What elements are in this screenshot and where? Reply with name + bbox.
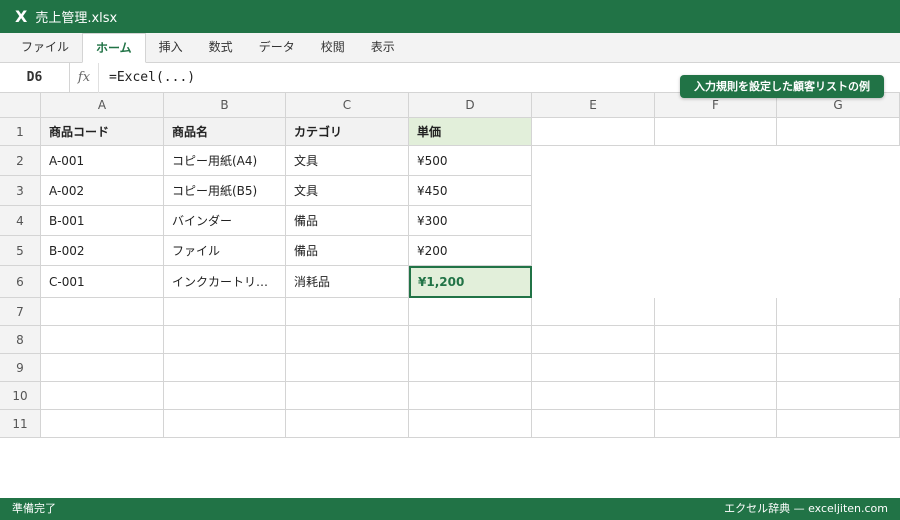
spreadsheet-grid: A B C D E F G 1 2 3 4 5 6 7 8 9 10 11 商品コード 商品名 カテゴリ 単価 A-001 コ… [0, 93, 900, 438]
tab-home[interactable]: ホーム [82, 33, 146, 63]
column-header-b[interactable]: B [164, 93, 286, 118]
cell-a8[interactable] [41, 326, 164, 354]
cell-b5[interactable]: ファイル [164, 236, 286, 266]
ribbon-tabs: ファイル ホーム 挿入 数式 データ 校閲 表示 [0, 33, 900, 63]
cell-d11[interactable] [409, 410, 532, 438]
cell-a7[interactable] [41, 298, 164, 326]
cell-d4[interactable]: ¥300 [409, 206, 532, 236]
row-header-7[interactable]: 7 [0, 298, 41, 326]
cell-a5[interactable]: B-002 [41, 236, 164, 266]
cell-c6[interactable]: 消耗品 [286, 266, 409, 298]
row-header-3[interactable]: 3 [0, 176, 41, 206]
cell-a10[interactable] [41, 382, 164, 410]
row-header-8[interactable]: 8 [0, 326, 41, 354]
row-header-4[interactable]: 4 [0, 206, 41, 236]
cell-c10[interactable] [286, 382, 409, 410]
cell-g1[interactable] [777, 118, 900, 146]
cell-b4[interactable]: バインダー [164, 206, 286, 236]
cell-c8[interactable] [286, 326, 409, 354]
cell-b2[interactable]: コピー用紙(A4) [164, 146, 286, 176]
cell-a11[interactable] [41, 410, 164, 438]
cell-d6[interactable]: ¥1,200 [409, 266, 532, 298]
callout-badge: 入力規則を設定した顧客リストの例 [680, 75, 884, 98]
tab-insert[interactable]: 挿入 [146, 33, 196, 62]
tab-formulas[interactable]: 数式 [196, 33, 246, 62]
cell-d9[interactable] [409, 354, 532, 382]
cell-e10[interactable] [532, 382, 655, 410]
cell-b3[interactable]: コピー用紙(B5) [164, 176, 286, 206]
cell-f9[interactable] [655, 354, 777, 382]
cell-a9[interactable] [41, 354, 164, 382]
column-header-d[interactable]: D [409, 93, 532, 118]
cell-d8[interactable] [409, 326, 532, 354]
status-ready: 準備完了 [12, 502, 56, 515]
cell-a3[interactable]: A-002 [41, 176, 164, 206]
status-bar: 準備完了 エクセル辞典 — exceljiten.com [0, 498, 900, 520]
cell-f1[interactable] [655, 118, 777, 146]
cell-b8[interactable] [164, 326, 286, 354]
window-title: 売上管理.xlsx [35, 11, 118, 26]
row-header-11[interactable]: 11 [0, 410, 41, 438]
title-bar: X 売上管理.xlsx [0, 0, 900, 33]
fx-icon[interactable]: fx [70, 63, 99, 93]
cell-b10[interactable] [164, 382, 286, 410]
row-header-9[interactable]: 9 [0, 354, 41, 382]
cell-e9[interactable] [532, 354, 655, 382]
cell-d10[interactable] [409, 382, 532, 410]
cell-c4[interactable]: 備品 [286, 206, 409, 236]
row-header-6[interactable]: 6 [0, 266, 41, 298]
cell-d2[interactable]: ¥500 [409, 146, 532, 176]
cell-b1[interactable]: 商品名 [164, 118, 286, 146]
cell-d1[interactable]: 単価 [409, 118, 532, 146]
cell-f11[interactable] [655, 410, 777, 438]
cell-g10[interactable] [777, 382, 900, 410]
row-header-1[interactable]: 1 [0, 118, 41, 146]
cell-a1[interactable]: 商品コード [41, 118, 164, 146]
cell-e1[interactable] [532, 118, 655, 146]
cell-b6[interactable]: インクカートリ… [164, 266, 286, 298]
cell-b9[interactable] [164, 354, 286, 382]
select-all-corner[interactable] [0, 93, 41, 118]
cell-b7[interactable] [164, 298, 286, 326]
cell-a4[interactable]: B-001 [41, 206, 164, 236]
cell-f7[interactable] [655, 298, 777, 326]
cell-g9[interactable] [777, 354, 900, 382]
status-site-credit: エクセル辞典 — exceljiten.com [724, 502, 888, 515]
cell-a2[interactable]: A-001 [41, 146, 164, 176]
cell-c1[interactable]: カテゴリ [286, 118, 409, 146]
cell-e8[interactable] [532, 326, 655, 354]
cell-d7[interactable] [409, 298, 532, 326]
cell-e11[interactable] [532, 410, 655, 438]
cell-c5[interactable]: 備品 [286, 236, 409, 266]
tab-review[interactable]: 校閲 [308, 33, 358, 62]
column-header-a[interactable]: A [41, 93, 164, 118]
excel-x-icon: X [15, 7, 28, 26]
column-header-c[interactable]: C [286, 93, 409, 118]
cell-c2[interactable]: 文具 [286, 146, 409, 176]
name-box[interactable]: D6 [0, 63, 70, 93]
cell-g11[interactable] [777, 410, 900, 438]
row-header-5[interactable]: 5 [0, 236, 41, 266]
row-header-10[interactable]: 10 [0, 382, 41, 410]
cell-f8[interactable] [655, 326, 777, 354]
column-header-e[interactable]: E [532, 93, 655, 118]
cell-g8[interactable] [777, 326, 900, 354]
cell-d3[interactable]: ¥450 [409, 176, 532, 206]
cell-c3[interactable]: 文具 [286, 176, 409, 206]
cell-c9[interactable] [286, 354, 409, 382]
tab-data[interactable]: データ [246, 33, 308, 62]
cell-e7[interactable] [532, 298, 655, 326]
cell-a6[interactable]: C-001 [41, 266, 164, 298]
row-header-2[interactable]: 2 [0, 146, 41, 176]
cell-c7[interactable] [286, 298, 409, 326]
formula-input[interactable]: =Excel(...) [109, 63, 195, 93]
cell-b11[interactable] [164, 410, 286, 438]
tab-view[interactable]: 表示 [358, 33, 408, 62]
cell-f10[interactable] [655, 382, 777, 410]
cell-g7[interactable] [777, 298, 900, 326]
cell-c11[interactable] [286, 410, 409, 438]
cell-d5[interactable]: ¥200 [409, 236, 532, 266]
tab-file[interactable]: ファイル [8, 33, 82, 62]
